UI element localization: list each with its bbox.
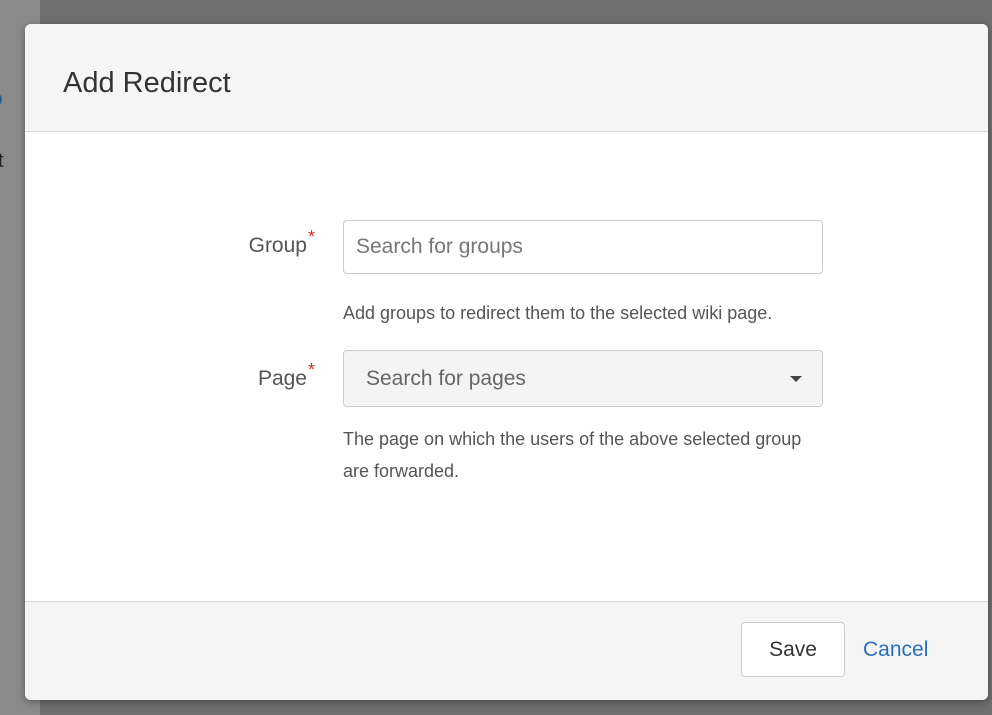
group-search-input[interactable]	[343, 220, 823, 274]
dialog-footer: Save Cancel	[25, 601, 988, 700]
add-redirect-dialog: Add Redirect Group* Add groups to redire…	[25, 24, 988, 700]
chevron-down-icon	[790, 376, 802, 382]
group-required-marker: *	[307, 227, 315, 247]
group-label-text: Group	[248, 234, 307, 257]
page-label-text: Page	[257, 367, 307, 390]
background-link: to	[0, 88, 3, 111]
page-help-line-1: The page on which the users of the above…	[343, 429, 802, 449]
dialog-title: Add Redirect	[63, 67, 231, 99]
page-help-line-2: are forwarded.	[343, 461, 460, 481]
page-required-marker: *	[307, 360, 315, 380]
page-help-text: The page on which the users of the above…	[343, 423, 801, 487]
page-search-select[interactable]: Search for pages	[343, 350, 823, 407]
group-help-text: Add groups to redirect them to the selec…	[343, 303, 773, 323]
cancel-link[interactable]: Cancel	[863, 636, 928, 664]
save-button[interactable]: Save	[741, 622, 845, 677]
dialog-header: Add Redirect	[25, 24, 988, 132]
background-text: st	[0, 150, 4, 172]
page-select-placeholder: Search for pages	[366, 367, 526, 390]
page-label: Page*	[25, 360, 315, 393]
group-label: Group*	[25, 227, 315, 260]
